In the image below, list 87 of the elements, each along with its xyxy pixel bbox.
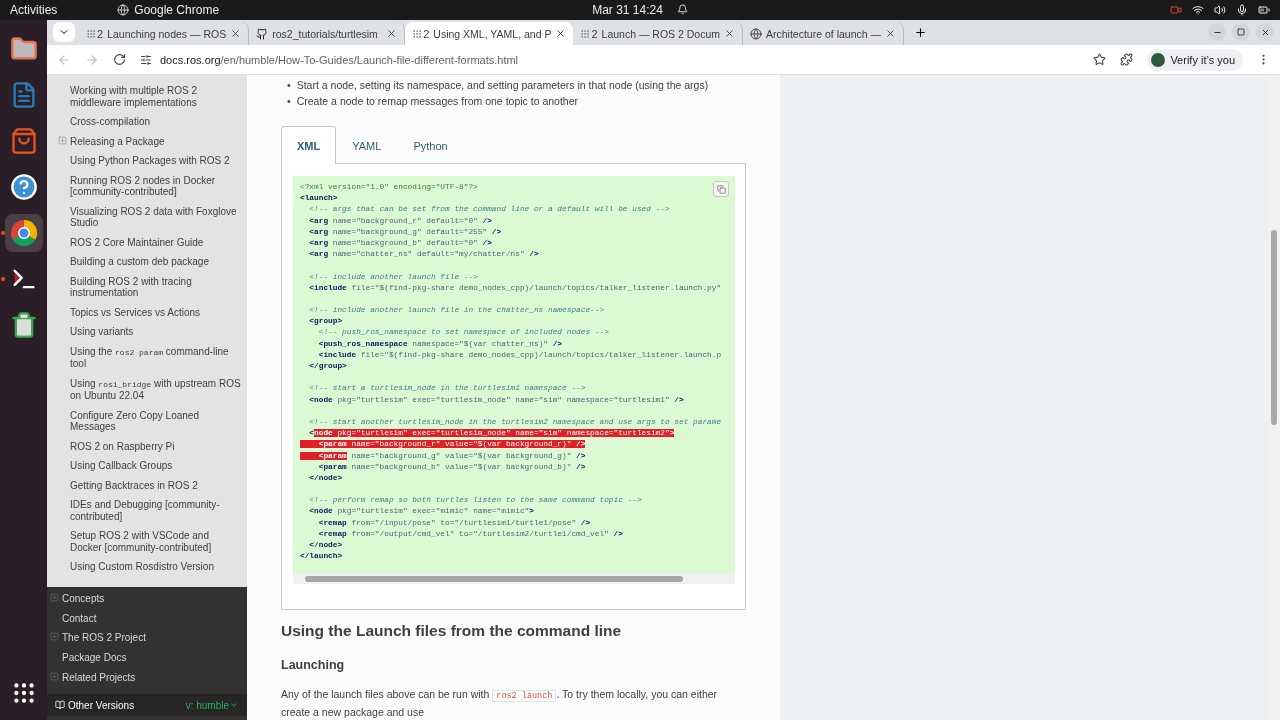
paragraph: Any of the launch files above can be run with ros2 launch . To try them locally, you can either create a new package and use <box>281 687 719 720</box>
code-tab[interactable]: Python <box>397 126 464 164</box>
sidebar-link[interactable]: Getting Backtraces in ROS 2 <box>47 475 243 495</box>
tab-title: Launching nodes — ROS <box>107 27 227 40</box>
wifi-icon[interactable] <box>1192 4 1204 16</box>
tab-list-button[interactable] <box>53 22 75 42</box>
bullet-mark: • <box>287 78 291 93</box>
folder-icon <box>9 35 38 63</box>
restore-icon <box>1237 28 1245 36</box>
code-tab[interactable]: XML <box>281 126 337 164</box>
caret-icon <box>229 700 239 710</box>
star-icon[interactable] <box>1093 53 1107 66</box>
volume-icon[interactable] <box>1214 4 1226 16</box>
sidebar-link[interactable]: Using variants <box>47 322 243 342</box>
bullet-text: Start a node, setting its namespace, and setting parameters in that node (using the args) <box>296 78 709 93</box>
sidebar-section[interactable]: Related Projects <box>47 667 247 688</box>
shopping-bag-icon <box>9 127 38 155</box>
tab-title: ros2_tutorials/turtlesim <box>272 27 379 40</box>
clock[interactable]: Mar 31 14:24 <box>592 3 688 17</box>
sidebar-section[interactable]: The ROS 2 Project <box>47 628 247 649</box>
bullet-mark: • <box>287 94 291 109</box>
github-icon <box>256 27 269 40</box>
sidebar-link[interactable]: Using Callback Groups <box>47 456 243 476</box>
sidebar-link[interactable]: Working with multiple ROS 2 middleware implementations <box>47 81 243 112</box>
dot-grid-icon <box>580 28 591 39</box>
sidebar-link[interactable]: Configure Zero Copy Loaned Messages <box>47 405 243 437</box>
page-scrollbar[interactable] <box>1268 75 1280 720</box>
sidebar-link[interactable]: Releasing a Package <box>47 131 243 151</box>
sidebar-link[interactable]: Building ROS 2 with tracing instrumentation <box>47 271 243 303</box>
sidebar-link[interactable]: IDEs and Debugging [community-contributed] <box>47 495 243 526</box>
close-icon[interactable] <box>724 28 735 39</box>
copy-icon <box>716 184 726 194</box>
activities-button[interactable]: Activities <box>10 3 58 17</box>
sidebar-link[interactable]: ROS 2 on Raspberry Pi <box>47 436 243 456</box>
close-window-button[interactable] <box>1256 23 1274 41</box>
globe-icon <box>750 27 762 40</box>
mic-icon[interactable] <box>1236 4 1248 16</box>
bell-icon <box>676 4 688 15</box>
sidebar-link[interactable]: Running ROS 2 nodes in Docker [community-contributed] <box>47 170 243 202</box>
sidebar-link[interactable]: Using Custom Rosdistro Version <box>47 557 243 577</box>
favicon-number: 2 <box>97 27 104 40</box>
sidebar-link[interactable]: Using Python Packages with ROS 2 <box>47 151 243 171</box>
tab-title: Architecture of launch — <box>766 27 881 40</box>
new-tab-icon[interactable] <box>914 26 927 39</box>
dock-app[interactable] <box>4 214 43 252</box>
battery-icon[interactable] <box>1258 4 1270 16</box>
site-settings-icon[interactable] <box>140 53 152 66</box>
extensions-icon[interactable] <box>1120 53 1134 66</box>
close-icon[interactable] <box>885 28 896 39</box>
close-icon[interactable] <box>386 28 398 39</box>
tab-title: Using XML, YAML, and P <box>433 27 552 40</box>
sidebar-section[interactable]: Package Docs <box>47 648 247 668</box>
section-heading: Using the Launch files from the command line <box>281 622 623 640</box>
horizontal-scrollbar[interactable] <box>293 573 735 584</box>
favicon-number: 2 <box>423 27 430 40</box>
trash-icon <box>9 311 38 339</box>
other-versions-link[interactable]: Other Versions <box>68 699 135 711</box>
sidebar-section[interactable]: Contact <box>47 608 247 629</box>
tab-title: Launch — ROS 2 Docum <box>601 27 720 40</box>
camera-icon[interactable] <box>1170 4 1182 16</box>
favicon-number: 2 <box>591 27 598 40</box>
sidebar-link[interactable]: Setup ROS 2 with VSCode and Docker [community-contributed] <box>47 526 243 557</box>
dot-grid-icon <box>86 28 96 39</box>
sidebar-link[interactable]: Visualizing ROS 2 data with Foxglove Studio <box>47 201 243 233</box>
bullet-text: Create a node to remap messages from one topic to another <box>296 94 578 109</box>
version-selector[interactable]: v: humble <box>185 699 239 711</box>
sidebar-link[interactable]: Cross-compilation <box>47 112 243 132</box>
restore-button[interactable] <box>1232 23 1250 41</box>
address-bar[interactable]: docs.ros.org/en/humble/How-To-Guides/Launch-file-different-formats.html <box>160 53 519 66</box>
profile-button[interactable]: Verify it’s you <box>1147 48 1243 71</box>
sidebar-link[interactable]: Topics vs Services vs Actions <box>47 302 243 322</box>
sidebar-link[interactable]: Using ros1_bridge with upstream ROS on Ubuntu 22.04 <box>47 373 243 406</box>
sidebar-link[interactable]: Using the ros2 param command-line tool <box>47 341 243 374</box>
reload-icon[interactable] <box>113 53 126 66</box>
help-icon <box>9 173 38 201</box>
subsection-heading: Launching <box>281 658 346 672</box>
dot-grid-icon <box>412 28 423 39</box>
sidebar-section[interactable]: Concepts <box>47 589 247 609</box>
browser-tab[interactable]: 2 Using XML, YAML, and P <box>405 22 574 45</box>
sidebar-link[interactable]: Building a custom deb package <box>47 252 243 272</box>
close-icon[interactable] <box>230 28 242 39</box>
sidebar-link[interactable]: ROS 2 Core Maintainer Guide <box>47 232 243 252</box>
book-icon <box>55 700 65 710</box>
app-name[interactable]: Google Chrome <box>134 3 220 17</box>
close-icon[interactable] <box>555 28 567 39</box>
close-icon <box>1260 27 1270 37</box>
code-tab[interactable]: YAML <box>336 126 398 164</box>
